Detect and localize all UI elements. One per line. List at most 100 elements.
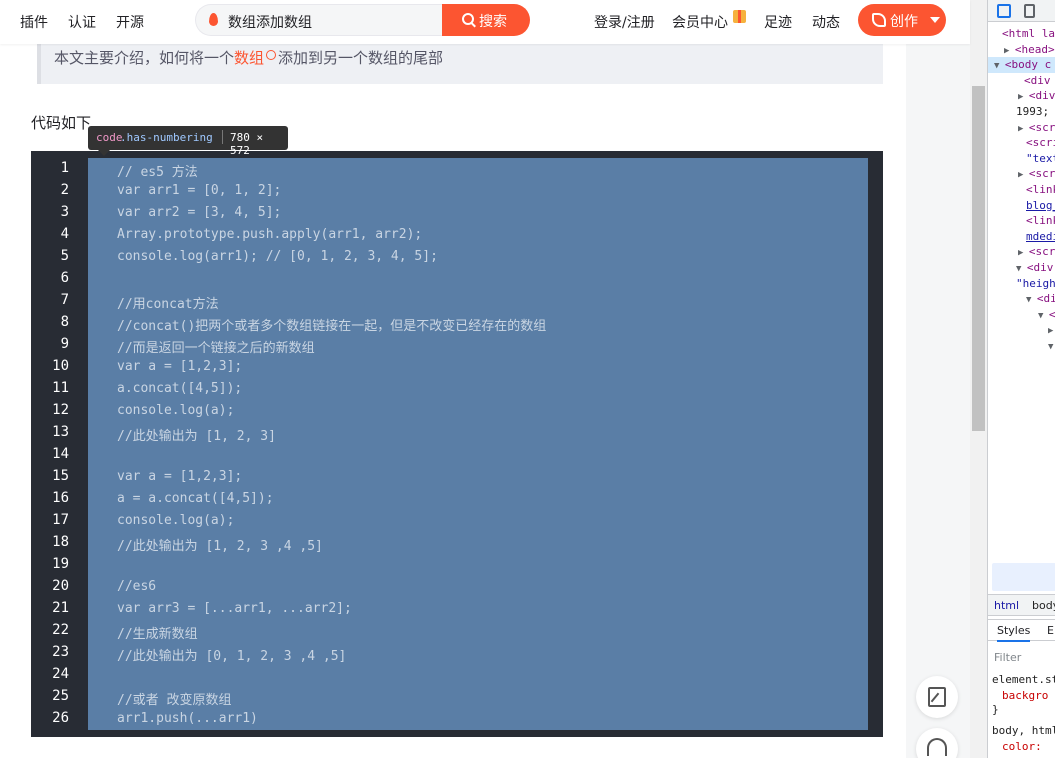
style-rule-line: body, html bbox=[992, 724, 1055, 737]
nav-link-footprint[interactable]: 足迹 bbox=[764, 12, 792, 32]
dom-tag-text: <head> bbox=[1014, 42, 1055, 56]
expand-triangle-icon[interactable]: ▶ bbox=[1004, 46, 1015, 56]
create-button[interactable]: 创作 bbox=[858, 4, 946, 36]
collapse-triangle-icon[interactable]: ▼ bbox=[1026, 295, 1037, 305]
code-line: var arr2 = [3, 4, 5]; bbox=[117, 205, 282, 220]
code-line: arr1.push(...arr1) bbox=[117, 711, 258, 726]
summary-after: 添加到另一个数组的尾部 bbox=[278, 49, 444, 67]
line-number: 15 bbox=[52, 468, 69, 484]
line-number: 11 bbox=[52, 380, 69, 396]
code-line: a = a.concat([4,5]); bbox=[117, 491, 274, 506]
dom-tag-text: <html la bbox=[1002, 27, 1055, 40]
line-number: 26 bbox=[52, 710, 69, 726]
dom-tree-node[interactable]: ▶ <head>… bbox=[1004, 43, 1055, 56]
nav-link-opensource[interactable]: 开源 bbox=[116, 12, 144, 32]
line-number: 17 bbox=[52, 512, 69, 528]
line-number: 10 bbox=[52, 358, 69, 374]
collapse-triangle-icon[interactable]: ▼ bbox=[1048, 342, 1053, 352]
hot-flame-icon bbox=[209, 13, 218, 26]
dom-tree-node[interactable]: blog_ bbox=[1026, 199, 1055, 212]
collapse-triangle-icon[interactable]: ▼ bbox=[1016, 264, 1027, 274]
dom-tree-node[interactable]: <html la bbox=[1002, 27, 1055, 40]
search-input[interactable]: 数组添加数组 bbox=[195, 4, 443, 36]
dom-tree-node[interactable]: ▼ <body c bbox=[994, 58, 1051, 71]
search-button[interactable]: 搜索 bbox=[442, 4, 530, 36]
support-float-button[interactable] bbox=[916, 728, 958, 758]
code-line: //es6 bbox=[117, 579, 157, 594]
line-number: 19 bbox=[52, 556, 69, 572]
nav-link-login[interactable]: 登录/注册 bbox=[594, 12, 655, 32]
element-picker-icon[interactable] bbox=[997, 4, 1011, 18]
dom-tag-text: <div bbox=[1026, 261, 1054, 274]
tab-event-listeners[interactable]: E bbox=[1047, 624, 1054, 637]
line-number-gutter: 1 2 3 4 5 6 7 8 9 10 11 12 13 14 15 16 17 18 19 20 21 22 23 24 2… bbox=[31, 151, 79, 737]
styles-filter-input[interactable]: Filter bbox=[994, 651, 1021, 664]
dom-tag-text: <scri bbox=[1028, 245, 1055, 259]
article-summary: 本文主要介绍，如何将一个数组 添加到另一个数组的尾部 bbox=[37, 44, 883, 84]
dom-tree-node[interactable]: ▼ < bbox=[1038, 308, 1055, 321]
nav-link-plugins[interactable]: 插件 bbox=[20, 12, 48, 32]
line-number: 16 bbox=[52, 490, 69, 506]
tooltip-tag: code bbox=[96, 131, 123, 144]
pen-icon bbox=[872, 13, 886, 27]
code-line: var arr3 = [...arr1, ...arr2]; bbox=[117, 601, 352, 616]
style-rule-line: } bbox=[992, 703, 999, 716]
dom-tag-text: <scri bbox=[1028, 120, 1055, 134]
code-line: Array.prototype.push.apply(arr1, arr2); bbox=[117, 227, 423, 242]
code-line: //用concat方法 bbox=[117, 297, 219, 312]
collapse-triangle-icon[interactable]: ▼ bbox=[1038, 311, 1049, 321]
element-inspector-tooltip: code .has-numbering 780 × 572 bbox=[88, 126, 288, 157]
tab-styles[interactable]: Styles bbox=[997, 624, 1031, 642]
dom-tree-node[interactable]: ▼ <di bbox=[1026, 292, 1055, 305]
scrollbar-thumb[interactable] bbox=[972, 86, 985, 431]
dom-tree-node[interactable]: ▼ bbox=[1048, 339, 1053, 352]
collapse-triangle-icon[interactable]: ▼ bbox=[994, 61, 1005, 71]
dom-tree-node[interactable]: ▼ <div bbox=[1016, 261, 1053, 274]
expand-triangle-icon[interactable]: ▶ bbox=[1018, 170, 1029, 180]
breadcrumb-html[interactable]: html bbox=[994, 599, 1019, 612]
dom-tree-node[interactable]: ▶ <div bbox=[1018, 89, 1055, 102]
dom-tree-node[interactable]: ▶ <scri bbox=[1018, 121, 1055, 134]
nav-link-vip-center[interactable]: 会员中心 bbox=[672, 12, 728, 32]
code-block[interactable]: 1 2 3 4 5 6 7 8 9 10 11 12 13 14 15 16 17 18 19 20 21 22 23 24 2… bbox=[31, 151, 883, 737]
style-rule-line: color: bbox=[1002, 740, 1042, 753]
nav-link-activity[interactable]: 动态 bbox=[812, 12, 840, 32]
summary-keyword-link[interactable]: 数组 bbox=[234, 49, 264, 67]
dom-tree-node[interactable]: <link bbox=[1026, 183, 1055, 196]
expand-triangle-icon[interactable]: ▶ bbox=[1018, 124, 1029, 134]
code-intro-text: 代码如下 bbox=[31, 114, 92, 132]
code-line: console.log(a); bbox=[117, 513, 235, 528]
dom-tree-node[interactable]: ▶ <scri bbox=[1018, 245, 1055, 258]
search-query: 数组添加数组 bbox=[228, 15, 312, 31]
expand-triangle-icon[interactable]: ▶ bbox=[1018, 248, 1029, 258]
dom-tree-node[interactable]: <div bbox=[1024, 74, 1051, 87]
breadcrumb-body[interactable]: body bbox=[1032, 599, 1055, 612]
page-scrollbar[interactable] bbox=[970, 0, 987, 758]
nav-link-certification[interactable]: 认证 bbox=[68, 12, 96, 32]
dom-tree-node[interactable]: ▶ bbox=[1048, 323, 1053, 336]
expand-triangle-icon[interactable]: ▶ bbox=[1018, 92, 1029, 102]
line-number: 23 bbox=[52, 644, 69, 660]
gift-icon bbox=[733, 10, 746, 23]
headset-icon bbox=[927, 738, 947, 756]
dom-tag-text: <div bbox=[1028, 89, 1055, 103]
edit-float-button[interactable] bbox=[916, 676, 958, 718]
code-line: // es5 方法 bbox=[117, 165, 198, 180]
dom-tree-node[interactable]: 1993; bbox=[1016, 105, 1049, 118]
dom-attr-text: "text bbox=[1026, 151, 1055, 165]
dom-tree-node[interactable]: <link bbox=[1026, 214, 1055, 227]
dom-tree-node[interactable]: "heigh bbox=[1016, 277, 1055, 290]
dom-tree-node[interactable]: ▶ <scri bbox=[1018, 167, 1055, 180]
line-number: 24 bbox=[52, 666, 69, 682]
expand-triangle-icon[interactable]: ▶ bbox=[1048, 326, 1053, 336]
dom-tree-node[interactable]: <scri bbox=[1026, 136, 1055, 149]
dom-tree-node[interactable]: "text bbox=[1026, 152, 1055, 165]
top-navigation: 插件 认证 开源 数组添加数组 搜索 登录/注册 会员中心 足迹 动态 创作 bbox=[0, 0, 970, 44]
device-toggle-icon[interactable] bbox=[1024, 4, 1035, 18]
dom-tag-text: <link bbox=[1026, 183, 1055, 196]
code-line: console.log(arr1); // [0, 1, 2, 3, 4, 5]… bbox=[117, 249, 438, 264]
dom-tag-text: <div bbox=[1024, 73, 1051, 87]
dom-tree-node[interactable]: mdedi bbox=[1026, 230, 1055, 243]
search-icon bbox=[462, 13, 474, 25]
article-content: 本文主要介绍，如何将一个数组 添加到另一个数组的尾部 代码如下 123456789… bbox=[0, 44, 906, 758]
